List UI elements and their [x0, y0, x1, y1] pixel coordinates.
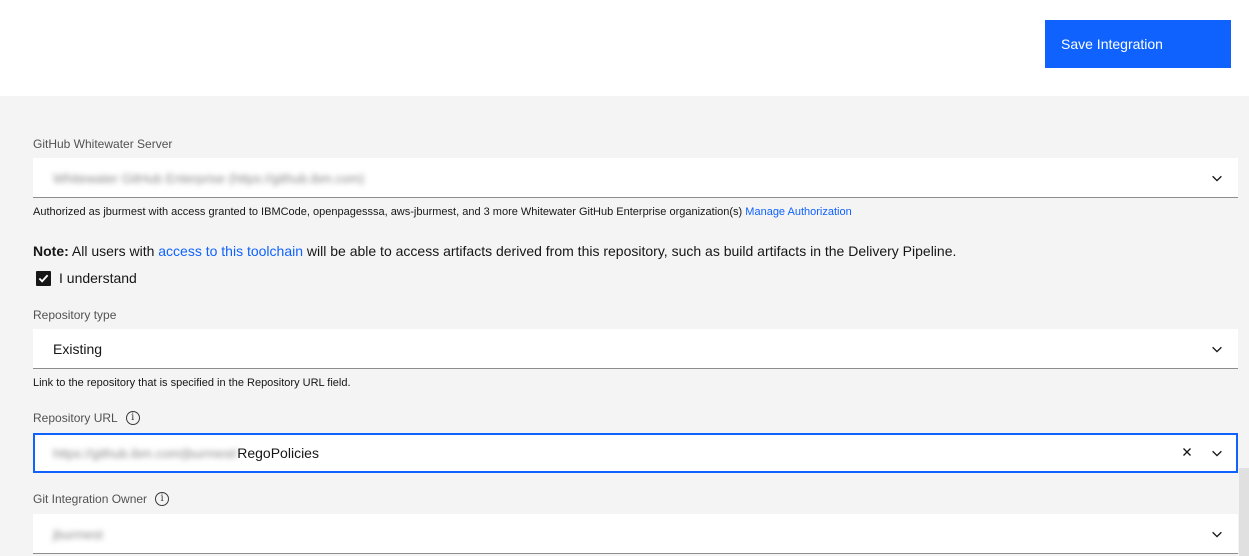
server-label: GitHub Whitewater Server	[33, 137, 172, 151]
chevron-down-icon[interactable]	[1210, 446, 1224, 460]
checkmark-icon	[38, 274, 49, 283]
server-value: Whitewater GitHub Enterprise (https://gi…	[53, 171, 365, 186]
repo-url-label: Repository URL i	[33, 411, 140, 425]
top-bar: Save Integration	[0, 0, 1249, 96]
repo-type-select[interactable]: Existing	[33, 329, 1238, 369]
note-text-before: All users with	[71, 243, 155, 259]
info-icon[interactable]: i	[125, 411, 140, 425]
repo-url-value: https://github.ibm.com/jburmest/RegoPoli…	[53, 445, 319, 461]
understand-label: I understand	[59, 270, 137, 286]
note-text: Note: All users with access to this tool…	[33, 243, 956, 259]
repo-type-label: Repository type	[33, 308, 116, 322]
server-label-text: GitHub Whitewater Server	[33, 137, 173, 151]
repo-url-label-text: Repository URL	[33, 411, 118, 425]
note-text-after: will be able to access artifacts derived…	[306, 243, 957, 259]
server-helper-text: Authorized as jburmest with access grant…	[33, 206, 743, 218]
info-icon[interactable]: i	[155, 492, 170, 506]
chevron-down-icon	[1210, 171, 1224, 185]
repo-url-combobox[interactable]: https://github.ibm.com/jburmest/RegoPoli…	[33, 433, 1238, 473]
git-owner-select[interactable]: jburmest	[33, 514, 1238, 554]
repo-type-value: Existing	[53, 341, 103, 357]
git-owner-label: Git Integration Owner i	[33, 492, 170, 506]
understand-checkbox[interactable]	[36, 270, 51, 286]
repo-type-helper-text: Link to the repository that is specified…	[33, 377, 351, 389]
close-icon[interactable]	[1180, 445, 1194, 459]
repo-type-label-text: Repository type	[33, 308, 117, 322]
note-prefix: Note:	[33, 243, 69, 259]
scrollbar[interactable]	[1239, 468, 1249, 556]
save-integration-button[interactable]: Save Integration	[1045, 20, 1231, 68]
git-owner-label-text: Git Integration Owner	[33, 492, 148, 506]
git-owner-value: jburmest	[53, 527, 103, 542]
manage-authorization-link[interactable]: Manage Authorization	[745, 206, 851, 218]
toolchain-access-link[interactable]: access to this toolchain	[158, 243, 303, 259]
server-helper: Authorized as jburmest with access grant…	[33, 206, 852, 218]
chevron-down-icon	[1210, 527, 1224, 541]
repo-type-helper: Link to the repository that is specified…	[33, 377, 351, 389]
chevron-down-icon	[1210, 342, 1224, 356]
understand-checkbox-row[interactable]: I understand	[36, 270, 137, 286]
server-select[interactable]: Whitewater GitHub Enterprise (https://gi…	[33, 158, 1238, 198]
